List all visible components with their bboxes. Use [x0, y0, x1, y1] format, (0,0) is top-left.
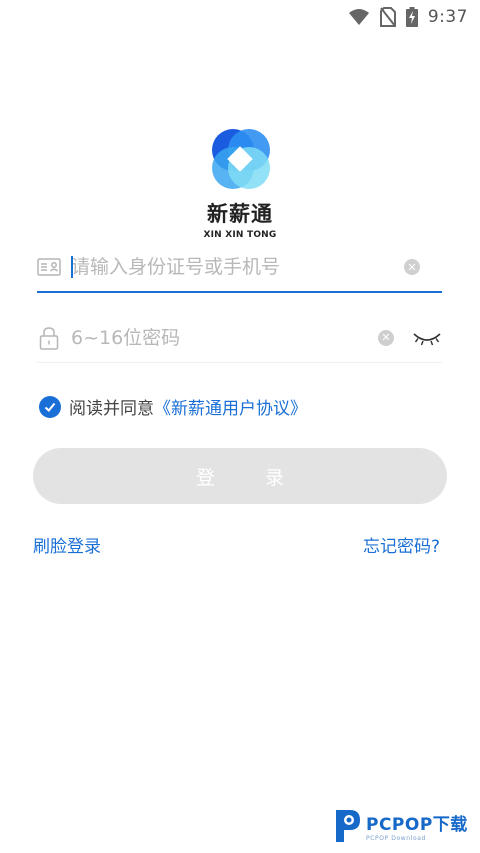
- login-screen: 9:37 新薪通 XIN XIN TONG ✕ ✕: [0, 0, 480, 853]
- id-phone-input[interactable]: [71, 252, 398, 282]
- eye-closed-icon[interactable]: [412, 328, 442, 348]
- login-button[interactable]: 登 录: [33, 448, 447, 504]
- status-time: 9:37: [427, 7, 468, 27]
- checkmark-icon: [44, 402, 56, 412]
- pcpop-logo-icon: [336, 810, 360, 842]
- watermark-sub: PCPOP Download: [366, 835, 426, 842]
- clear-password-icon[interactable]: ✕: [378, 329, 394, 346]
- user-agreement-link[interactable]: 《新薪通用户协议》: [154, 394, 307, 419]
- id-card-icon: [37, 255, 61, 279]
- text-caret: [71, 256, 73, 278]
- password-input[interactable]: [71, 322, 372, 353]
- lock-icon: [37, 326, 61, 350]
- agreement-checkbox[interactable]: [39, 395, 61, 418]
- battery-charging-icon: [405, 7, 418, 27]
- face-login-link[interactable]: 刷脸登录: [33, 532, 101, 557]
- app-name-pinyin: XIN XIN TONG: [203, 230, 277, 240]
- secondary-links: 刷脸登录 忘记密码?: [33, 532, 440, 557]
- watermark-brand: PCPOP下载: [366, 815, 468, 835]
- status-bar: 9:37: [0, 0, 480, 34]
- agreement-text: 阅读并同意: [69, 399, 154, 419]
- clear-id-icon[interactable]: ✕: [404, 259, 420, 275]
- logo-mark-icon: [212, 129, 270, 189]
- forgot-password-link[interactable]: 忘记密码?: [363, 532, 440, 557]
- app-logo: 新薪通 XIN XIN TONG: [0, 124, 480, 240]
- password-field[interactable]: ✕: [37, 313, 442, 363]
- agreement-row: 阅读并同意 《新薪通用户协议》: [39, 394, 307, 419]
- wifi-icon: [348, 8, 370, 26]
- no-sim-icon: [379, 7, 396, 27]
- id-phone-field[interactable]: ✕: [37, 243, 442, 293]
- watermark: PCPOP下载 PCPOP Download: [332, 808, 468, 844]
- app-name: 新薪通: [207, 202, 273, 226]
